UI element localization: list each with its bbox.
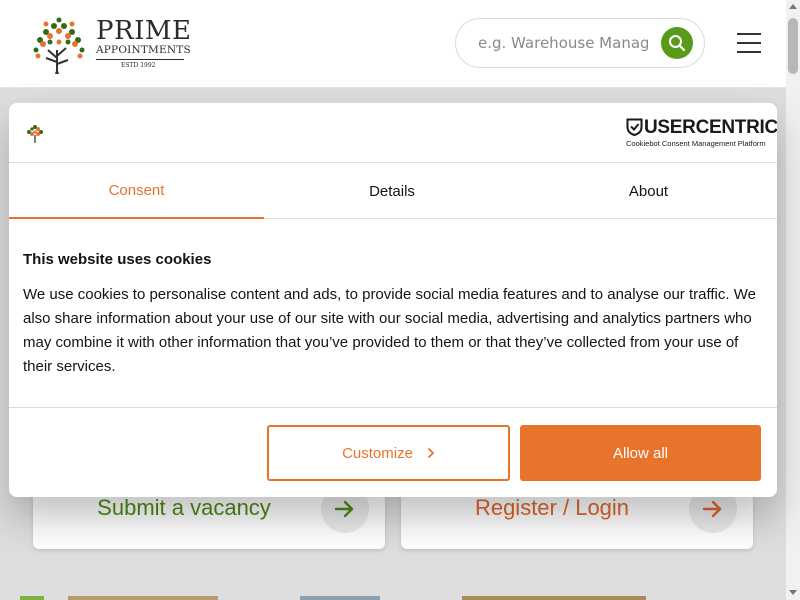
site-tree-logo-icon — [27, 125, 43, 143]
scroll-up-arrow-icon[interactable] — [789, 4, 797, 9]
logo-wordmark-appointments: APPOINTMENTS — [96, 44, 191, 56]
job-search-box — [455, 18, 705, 68]
usercentrics-shield-icon — [626, 118, 643, 136]
cookie-consent-dialog: USERCENTRICS Cookiebot Consent Managemen… — [9, 103, 777, 497]
page-scrollbar[interactable] — [786, 0, 800, 600]
scroll-down-arrow-icon[interactable] — [789, 590, 797, 595]
cookie-dialog-header: USERCENTRICS Cookiebot Consent Managemen… — [9, 103, 777, 163]
image-strip-photo — [300, 596, 380, 600]
logo-divider — [96, 59, 184, 60]
usercentrics-brand[interactable]: USERCENTRICS Cookiebot Consent Managemen… — [626, 117, 777, 149]
allow-all-button[interactable]: Allow all — [520, 425, 761, 481]
customize-button-label: Customize — [342, 444, 413, 462]
tab-about[interactable]: About — [520, 164, 777, 219]
orange-tree-logo-icon — [33, 17, 85, 74]
submit-vacancy-label: Submit a vacancy — [97, 495, 271, 520]
register-login-label: Register / Login — [474, 495, 630, 520]
image-strip-green — [20, 596, 44, 600]
usercentrics-name: USERCENTRICS — [644, 117, 777, 138]
image-strip-photo — [462, 596, 646, 600]
tab-consent[interactable]: Consent — [9, 164, 264, 219]
logo-wordmark-prime: PRIME — [96, 16, 192, 46]
chevron-right-icon — [428, 448, 435, 458]
cookie-dialog-tabs: Consent Details About — [9, 164, 777, 219]
cookie-dialog-description: We use cookies to personalise content an… — [23, 286, 756, 375]
tab-details[interactable]: Details — [264, 164, 520, 219]
site-header: PRIME APPOINTMENTS ESTD 1992 — [0, 0, 786, 88]
customize-button[interactable]: Customize — [267, 425, 510, 481]
hamburger-menu-icon[interactable] — [735, 30, 763, 56]
logo-established: ESTD 1992 — [121, 62, 156, 69]
scrollbar-thumb[interactable] — [788, 18, 798, 74]
job-search-input[interactable] — [478, 31, 648, 55]
search-button[interactable] — [661, 27, 693, 59]
cookie-dialog-title: This website uses cookies — [23, 251, 212, 268]
cookie-dialog-body: This website uses cookies We use cookies… — [9, 220, 777, 408]
usercentrics-subtitle: Cookiebot Consent Management Platform — [626, 139, 766, 148]
prime-appointments-logo[interactable]: PRIME APPOINTMENTS ESTD 1992 — [26, 14, 191, 74]
image-strip-photo — [68, 596, 218, 600]
search-icon — [669, 35, 686, 52]
